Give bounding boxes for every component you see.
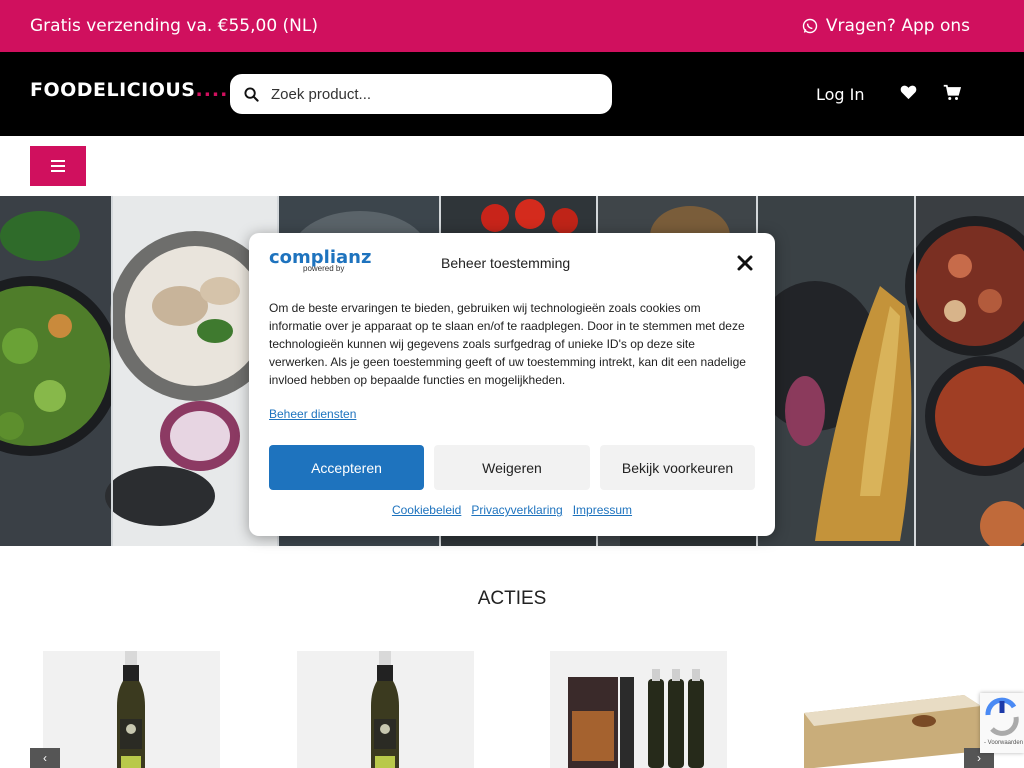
main-header: FOODELICIOUS...... Log In	[0, 52, 1024, 136]
cookie-policy-link[interactable]: Cookiebeleid	[392, 503, 461, 517]
product-card[interactable]	[804, 651, 981, 768]
complianz-powered-by: powered by	[303, 264, 345, 273]
whatsapp-label: Vragen? App ons	[825, 16, 970, 36]
hamburger-menu-button[interactable]	[30, 146, 86, 186]
search-bar[interactable]	[230, 74, 612, 114]
heart-icon[interactable]	[900, 84, 917, 100]
whatsapp-link[interactable]: Vragen? App ons	[802, 16, 970, 36]
product-image-olive-oil-bottle	[117, 651, 145, 768]
view-preferences-button[interactable]: Bekijk voorkeuren	[600, 445, 755, 490]
recaptcha-terms-text[interactable]: - Voorwaarden	[984, 740, 1023, 746]
nav-row	[0, 136, 1024, 196]
product-card[interactable]	[550, 651, 727, 768]
product-card[interactable]	[297, 651, 474, 768]
impressum-link[interactable]: Impressum	[573, 503, 632, 517]
accept-button[interactable]: Accepteren	[269, 445, 424, 490]
product-image-nougat-bar	[804, 695, 981, 768]
login-link[interactable]: Log In	[816, 85, 865, 104]
site-logo[interactable]: FOODELICIOUS......	[30, 79, 245, 101]
consent-body-text: Om de beste ervaringen te bieden, gebrui…	[269, 301, 746, 387]
logo-text: FOODELICIOUS	[30, 79, 196, 101]
search-input[interactable]	[271, 85, 571, 103]
consent-title: Beheer toestemming	[441, 255, 571, 271]
cart-icon[interactable]	[943, 84, 961, 101]
deny-button[interactable]: Weigeren	[434, 445, 590, 490]
product-image-oil-gift-box	[568, 669, 704, 768]
search-icon[interactable]	[244, 86, 259, 102]
carousel-prev-button[interactable]: ‹	[30, 748, 60, 768]
free-shipping-text: Gratis verzending va. €55,00 (NL)	[30, 16, 319, 36]
privacy-statement-link[interactable]: Privacyverklaring	[471, 503, 562, 517]
whatsapp-icon	[802, 18, 818, 34]
cookie-consent-modal: complianz powered by Beheer toestemming …	[249, 233, 775, 536]
product-card[interactable]	[43, 651, 220, 768]
top-promo-bar: Gratis verzending va. €55,00 (NL) Vragen…	[0, 0, 1024, 52]
section-title: ACTIES	[477, 588, 547, 609]
manage-services-link[interactable]: Beheer diensten	[269, 407, 356, 421]
product-image-olive-oil-bottle	[371, 651, 399, 768]
close-icon[interactable]	[736, 254, 754, 272]
recaptcha-icon	[985, 697, 1019, 736]
consent-policy-links: Cookiebeleid Privacyverklaring Impressum	[249, 503, 775, 517]
